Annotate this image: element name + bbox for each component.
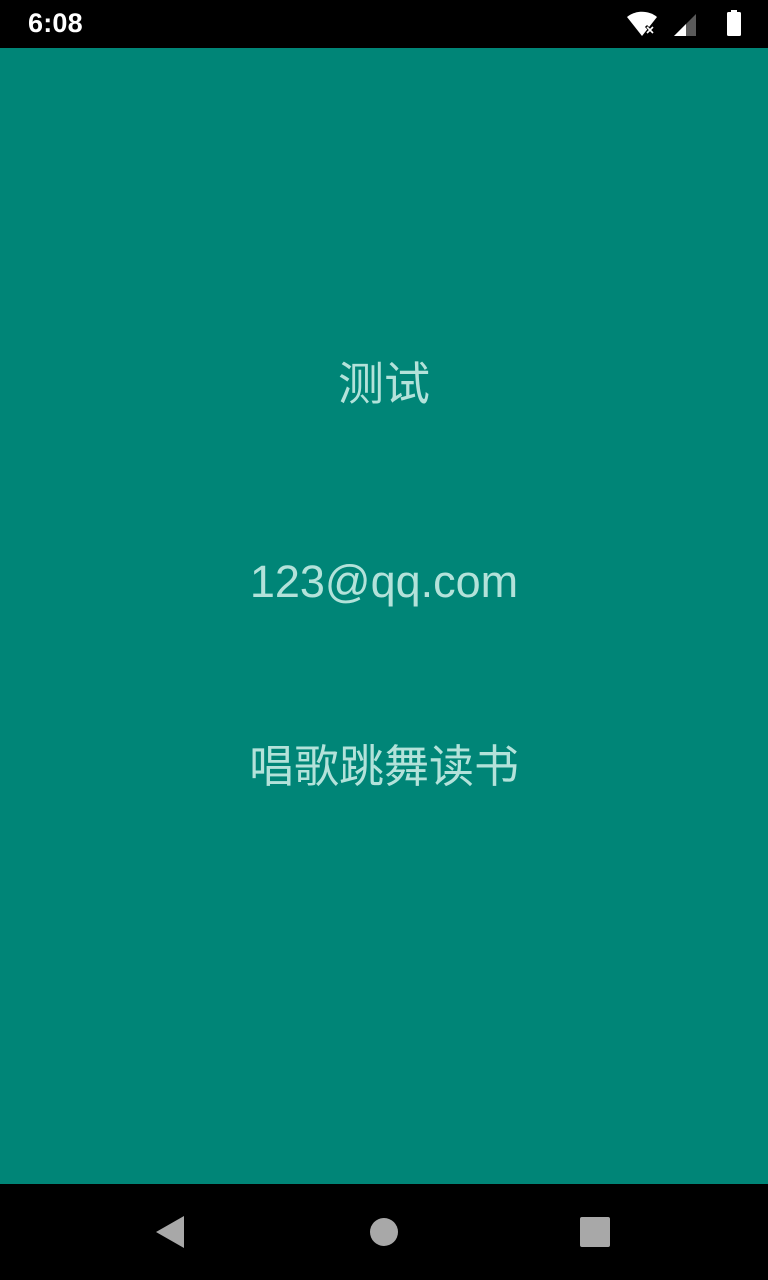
battery-icon bbox=[727, 10, 741, 36]
title-text: 测试 bbox=[338, 357, 430, 411]
navigation-bar bbox=[0, 1184, 768, 1280]
email-text: 123@qq.com bbox=[249, 556, 519, 607]
hobby-text: 唱歌跳舞读书 bbox=[248, 740, 519, 793]
status-bar: 6:08 bbox=[0, 0, 768, 48]
status-time: 6:08 bbox=[28, 8, 83, 38]
signal-icon bbox=[674, 14, 696, 36]
back-icon[interactable] bbox=[152, 1214, 188, 1250]
home-icon[interactable] bbox=[366, 1214, 402, 1250]
main-content: 测试 123@qq.com 唱歌跳舞读书 bbox=[0, 48, 768, 1184]
wifi-off-icon bbox=[627, 11, 657, 36]
recents-icon[interactable] bbox=[577, 1214, 613, 1250]
